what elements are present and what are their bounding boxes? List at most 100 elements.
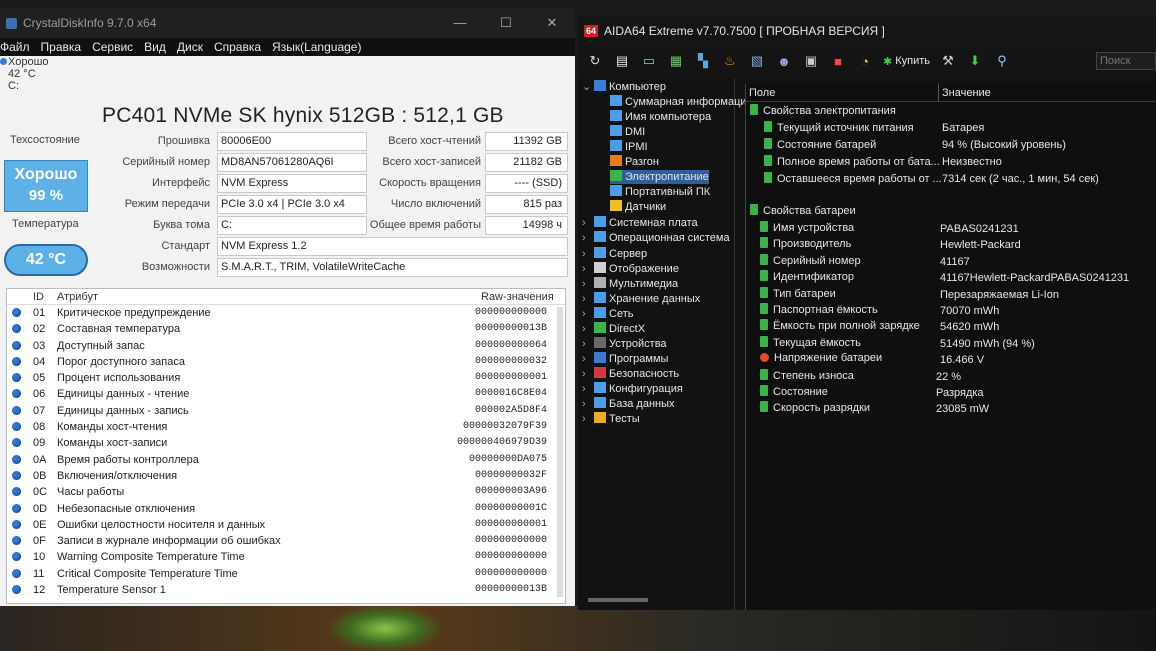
table-row[interactable]: 0E Ошибки целостности носителя и данных 00…: [7, 517, 565, 533]
network-icon[interactable]: ▚: [694, 52, 712, 70]
table-row[interactable]: 09 Команды хост-записи 000000406979D39: [7, 435, 565, 451]
maximize-icon[interactable]: ☐: [483, 15, 529, 31]
temperature-box[interactable]: 42 °C: [4, 244, 88, 276]
chevron-right-icon[interactable]: ›: [582, 352, 594, 366]
property-row[interactable]: Производитель: [760, 237, 851, 252]
tree-item-summary[interactable]: Суммарная информация: [610, 95, 752, 109]
table-row[interactable]: 03 Доступный запас 000000000064: [7, 338, 565, 354]
cpu-icon[interactable]: ▣: [802, 52, 820, 70]
tree-item-ipmi[interactable]: IPMI: [610, 140, 648, 154]
tree-horizontal-scrollbar[interactable]: [588, 598, 648, 602]
table-row[interactable]: 10 Warning Composite Temperature Time 0000…: [7, 549, 565, 565]
column-header-attribute[interactable]: Атрибут: [57, 291, 98, 303]
property-row[interactable]: Тип батареи: [760, 286, 836, 302]
tree-item-multimedia[interactable]: › Мультимедиа: [582, 276, 678, 291]
refresh-icon[interactable]: ↻: [586, 52, 604, 70]
column-separator[interactable]: [938, 84, 939, 102]
table-row[interactable]: 02 Составная температура 00000000013B: [7, 321, 565, 337]
tree-item-computer-name[interactable]: Имя компьютера: [610, 110, 711, 124]
property-row[interactable]: Идентификатор: [760, 270, 854, 285]
tools-icon[interactable]: ⚒: [939, 52, 957, 70]
chevron-right-icon[interactable]: ›: [582, 412, 594, 426]
column-header-field[interactable]: Поле: [749, 87, 775, 99]
property-row[interactable]: Состояние: [760, 385, 828, 400]
chevron-right-icon[interactable]: ›: [582, 367, 594, 381]
table-row[interactable]: 11 Critical Composite Temperature Time 000…: [7, 566, 565, 582]
column-header-raw[interactable]: Raw-значения: [481, 291, 554, 303]
property-row[interactable]: Скорость разрядки: [760, 401, 870, 416]
chevron-right-icon[interactable]: ›: [582, 307, 594, 321]
tree-item-computer[interactable]: ⌄ Компьютер: [582, 80, 666, 94]
table-row[interactable]: 0F Записи в журнале информации об ошибках…: [7, 533, 565, 549]
property-row[interactable]: Имя устройства: [760, 221, 854, 236]
chevron-right-icon[interactable]: ›: [582, 277, 594, 291]
table-row[interactable]: 0B Включения/отключения 00000000032F: [7, 468, 565, 484]
property-row[interactable]: Полное время работы от бата...: [764, 155, 940, 170]
smart-table-scrollbar[interactable]: [557, 307, 563, 597]
menu-disk[interactable]: Диск: [177, 40, 203, 54]
chevron-right-icon[interactable]: ›: [582, 262, 594, 276]
menu-language[interactable]: Язык(Language): [272, 40, 361, 54]
property-row[interactable]: Состояние батарей: [764, 138, 876, 153]
users-icon[interactable]: ☻: [775, 52, 793, 70]
property-row[interactable]: Степень износа: [760, 368, 854, 384]
osd-icon[interactable]: ■: [829, 52, 847, 70]
health-status-box[interactable]: Хорошо 99 %: [4, 160, 88, 212]
property-row[interactable]: Текущий источник питания: [764, 121, 914, 136]
close-icon[interactable]: ✕: [529, 15, 575, 31]
menu-view[interactable]: Вид: [144, 40, 166, 54]
table-row[interactable]: 0C Часы работы 000000003A96: [7, 484, 565, 500]
property-row[interactable]: Оставшееся время работы от ...: [764, 172, 942, 187]
property-row[interactable]: Напряжение батареи: [760, 352, 882, 367]
table-row[interactable]: 12 Temperature Sensor 1 00000000013B: [7, 582, 565, 598]
tree-item-database[interactable]: › База данных: [582, 397, 675, 411]
minimize-icon[interactable]: —: [437, 15, 483, 31]
search-input[interactable]: Поиск: [1096, 52, 1156, 70]
property-row[interactable]: Текущая ёмкость: [760, 335, 861, 351]
tree-item-overclock[interactable]: Разгон: [610, 155, 659, 169]
chevron-right-icon[interactable]: ›: [582, 231, 594, 245]
table-row[interactable]: 0D Небезопасные отключения 00000000001C: [7, 501, 565, 517]
download-icon[interactable]: ⬇: [966, 52, 984, 70]
tree-item-storage[interactable]: › Хранение данных: [582, 291, 700, 306]
property-row[interactable]: Серийный номер: [760, 253, 861, 269]
flame-icon[interactable]: ♨: [721, 52, 739, 70]
tree-item-sensors[interactable]: Датчики: [610, 200, 666, 214]
tree-item-benchmark[interactable]: › Тесты: [582, 412, 640, 426]
column-header-id[interactable]: ID: [33, 291, 44, 303]
gauge-icon[interactable]: ◔: [856, 52, 874, 70]
tree-item-motherboard[interactable]: › Системная плата: [582, 216, 698, 230]
tree-item-display[interactable]: › Отображение: [582, 261, 679, 276]
table-row[interactable]: 04 Порог доступного запаса 000000000032: [7, 354, 565, 370]
tree-item-power[interactable]: Электропитание: [610, 170, 709, 185]
tree-item-directx[interactable]: › DirectX: [582, 321, 645, 336]
tree-item-server[interactable]: › Сервер: [582, 246, 647, 261]
chevron-right-icon[interactable]: ›: [582, 216, 594, 230]
chevron-down-icon[interactable]: ⌄: [582, 80, 594, 94]
chevron-right-icon[interactable]: ›: [582, 322, 594, 336]
drive-selector[interactable]: Хорошо 42 °C C:: [0, 56, 60, 92]
chevron-right-icon[interactable]: ›: [582, 397, 594, 411]
menu-edit[interactable]: Правка: [41, 40, 82, 54]
buy-button[interactable]: ✱ Купить: [883, 55, 930, 68]
motherboard-icon[interactable]: ▭: [640, 52, 658, 70]
table-row[interactable]: 05 Процент использования 000000000001: [7, 370, 565, 386]
table-row[interactable]: 01 Критическое предупреждение 000000000000: [7, 305, 565, 321]
menu-help[interactable]: Справка: [214, 40, 261, 54]
disk-icon[interactable]: ▧: [748, 52, 766, 70]
tree-item-portable[interactable]: Портативный ПК: [610, 185, 710, 199]
table-row[interactable]: 0A Время работы контроллера 00000000DA075: [7, 452, 565, 468]
chevron-right-icon[interactable]: ›: [582, 247, 594, 261]
memory-icon[interactable]: ▦: [667, 52, 685, 70]
property-row[interactable]: Паспортная ёмкость: [760, 303, 878, 318]
tree-item-os[interactable]: › Операционная система: [582, 231, 730, 245]
property-row[interactable]: Ёмкость при полной зарядке: [760, 319, 920, 334]
table-row[interactable]: 06 Единицы данных - чтение 0000016C8E04: [7, 386, 565, 402]
menu-file[interactable]: Файл: [0, 40, 30, 54]
table-row[interactable]: 07 Единицы данных - запись 000002A5D8F4: [7, 403, 565, 419]
tree-item-programs[interactable]: › Программы: [582, 351, 668, 366]
column-header-value[interactable]: Значение: [942, 87, 991, 99]
chevron-right-icon[interactable]: ›: [582, 292, 594, 306]
tree-item-devices[interactable]: › Устройства: [582, 336, 667, 351]
report-icon[interactable]: ▤: [613, 52, 631, 70]
